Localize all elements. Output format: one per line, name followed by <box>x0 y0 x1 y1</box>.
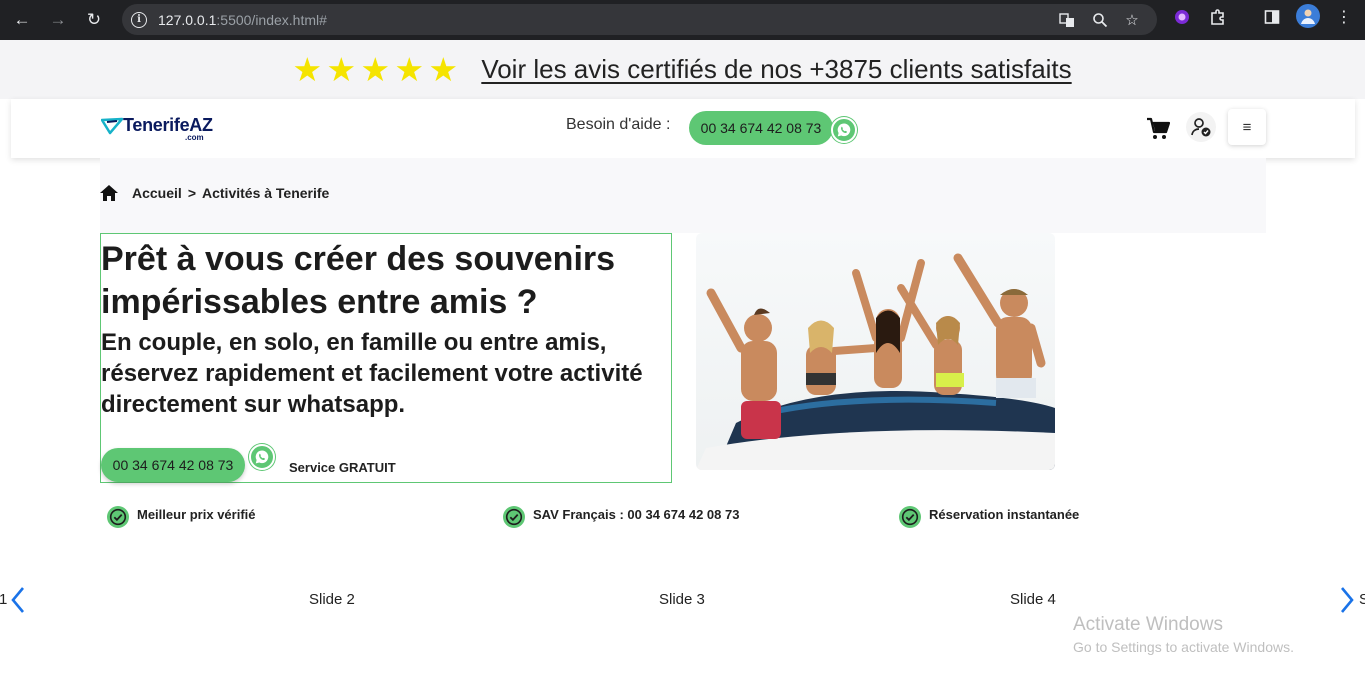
activation-watermark-subtitle: Go to Settings to activate Windows. <box>1073 639 1294 655</box>
reload-icon[interactable]: ↻ <box>76 4 112 36</box>
translate-icon[interactable] <box>1058 11 1076 29</box>
header-phone-button[interactable]: 00 34 674 42 08 73 <box>689 111 833 145</box>
back-icon[interactable]: ← <box>4 4 40 36</box>
review-banner: ★ ★ ★ ★ ★ Voir les avis certifiés de nos +38… <box>0 40 1365 99</box>
side-panel-icon[interactable] <box>1262 7 1282 27</box>
hero-text-box: Prêt à vous créer des souvenirs impériss… <box>100 233 672 483</box>
rating-stars: ★ ★ ★ ★ ★ <box>292 50 459 88</box>
hamburger-menu-icon[interactable]: ≡ <box>1228 109 1266 145</box>
hero-whatsapp-icon[interactable] <box>249 444 275 470</box>
slider-prev-icon[interactable] <box>11 586 25 614</box>
star-icon: ★ <box>428 50 459 88</box>
slide-item: Slide 2 <box>309 591 355 608</box>
url-path: :5500/index.html# <box>216 11 327 28</box>
zoom-icon[interactable] <box>1091 11 1109 29</box>
logo-name: TenerifeAZ <box>123 115 213 135</box>
breadcrumb: Accueil > Activités à Tenerife <box>100 185 329 201</box>
feature-french-support: SAV Français : 00 34 674 42 08 73 <box>503 500 739 528</box>
feature-instant-booking: Réservation instantanée <box>899 500 1079 528</box>
url-host: 127.0.0.1 <box>158 11 217 28</box>
profile-avatar-icon[interactable] <box>1296 4 1320 28</box>
site-logo[interactable]: TenerifeAZ .com <box>101 115 213 142</box>
extensions-puzzle-icon[interactable] <box>1208 7 1228 27</box>
reviews-link[interactable]: Voir les avis certifiés de nos +3875 cli… <box>481 54 1071 85</box>
check-icon <box>503 506 525 528</box>
free-service-label: Service GRATUIT <box>289 460 396 475</box>
account-icon[interactable] <box>1186 112 1216 142</box>
hero-phone-button[interactable]: 00 34 674 42 08 73 <box>101 448 245 482</box>
hero-subtitle: En couple, en solo, en famille ou entre … <box>101 329 643 418</box>
logo-arrow-icon <box>101 117 123 135</box>
breadcrumb-home[interactable]: Accueil <box>132 185 182 201</box>
feature-label: Réservation instantanée <box>929 506 1080 522</box>
help-label: Besoin d'aide : <box>566 116 671 133</box>
home-icon[interactable] <box>100 185 118 201</box>
hero-photo <box>696 233 1055 470</box>
slide-partial-left: 1 <box>0 591 8 608</box>
check-icon <box>899 506 921 528</box>
star-icon: ★ <box>360 50 391 88</box>
star-icon: ★ <box>326 50 357 88</box>
site-info-icon[interactable]: i <box>131 11 147 28</box>
site-header: TenerifeAZ .com Besoin d'aide : 00 34 67… <box>11 99 1355 158</box>
slide-item: Slide 4 <box>1010 591 1056 608</box>
whatsapp-icon[interactable] <box>831 117 857 143</box>
feature-best-price: Meilleur prix vérifié <box>107 500 256 528</box>
hero-title: Prêt à vous créer des souvenirs impériss… <box>101 240 616 321</box>
logo-suffix: .com <box>185 133 204 142</box>
feature-label: SAV Français : 00 34 674 42 08 73 <box>533 506 740 522</box>
activation-watermark-title: Activate Windows <box>1073 614 1223 635</box>
breadcrumb-bar: Accueil > Activités à Tenerife <box>100 158 1266 233</box>
slider-next-icon[interactable] <box>1340 586 1354 614</box>
bookmark-star-icon[interactable]: ☆ <box>1123 11 1141 29</box>
slide-partial-right: S <box>1359 591 1365 608</box>
star-icon: ★ <box>394 50 425 88</box>
feature-label: Meilleur prix vérifié <box>137 506 256 522</box>
slide-item: Slide 3 <box>659 591 705 608</box>
star-icon: ★ <box>292 50 323 88</box>
cart-icon[interactable] <box>1146 117 1170 141</box>
extension-purple-icon[interactable] <box>1172 7 1192 27</box>
breadcrumb-current: Activités à Tenerife <box>202 185 330 201</box>
address-bar[interactable]: i 127.0.0.1:5500/index.html# ☆ <box>122 4 1157 35</box>
browser-menu-icon[interactable]: ⋮ <box>1334 7 1354 27</box>
breadcrumb-separator: > <box>187 185 196 201</box>
browser-toolbar: ← → ↻ i 127.0.0.1:5500/index.html# ☆ ⋮ <box>0 0 1365 40</box>
url-text: 127.0.0.1:5500/index.html# <box>158 12 327 28</box>
forward-icon[interactable]: → <box>40 4 76 36</box>
check-icon <box>107 506 129 528</box>
